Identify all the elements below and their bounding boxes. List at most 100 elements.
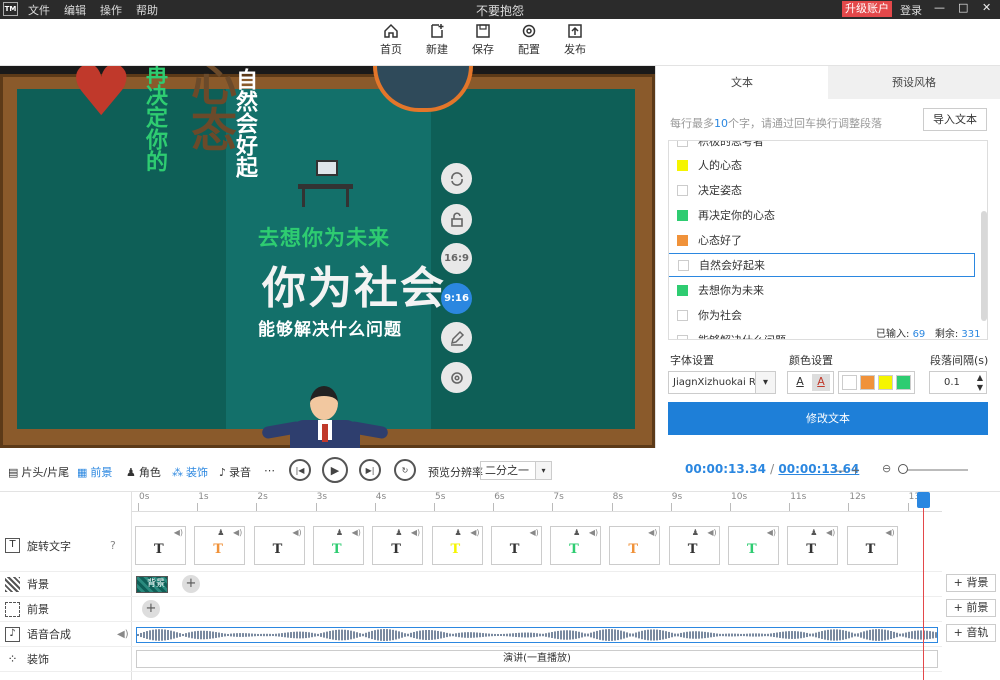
menu-file[interactable]: 文件 [28,2,50,18]
save-button[interactable]: 保存 [463,23,503,57]
playhead-handle[interactable] [917,492,930,508]
config-button[interactable]: 配置 [509,23,549,57]
add-foreground-side-button[interactable]: + 前景 [946,599,996,617]
menu-help[interactable]: 帮助 [136,2,158,18]
publish-button[interactable]: 发布 [555,23,595,57]
role-button[interactable]: ♟ 角色 [126,464,161,480]
text-clip[interactable]: T ◀) ♟ [431,526,483,565]
edit-button[interactable] [441,322,472,353]
track-label-text[interactable]: T 旋转文字? [0,520,132,572]
playhead[interactable] [923,492,924,680]
volume-icon[interactable]: ◀) [648,528,657,537]
color-swatch-orange[interactable] [860,375,875,390]
record-button[interactable]: ♪ 录音 [219,464,251,480]
home-button[interactable]: 首页 [371,23,411,57]
maximize-icon[interactable]: □ [958,1,968,14]
rotate-button[interactable] [441,163,472,194]
font-select[interactable]: JiagnXizhuokai R ▾ [668,371,776,394]
volume-icon[interactable]: ◀) [470,528,479,537]
next-button[interactable]: ▶| [359,459,381,481]
head-tail-button[interactable]: ▤ 片头/片尾 [8,464,69,480]
add-background-button[interactable]: + [182,575,200,593]
text-clip[interactable]: T ◀) [135,526,186,565]
ratio-9-16-button[interactable]: 9:16 [441,283,472,314]
new-button[interactable]: 新建 [417,23,457,57]
import-text-button[interactable]: 导入文本 [923,108,987,131]
tab-text[interactable]: 文本 [656,66,828,99]
ratio-16-9-button[interactable]: 16:9 [441,243,472,274]
text-line-list[interactable]: 积极的思考者 人的心态 决定姿态 再决定你的心态 心态好了 自然会好起来 去想你… [668,140,988,340]
volume-icon[interactable]: ◀) [352,528,361,537]
list-item[interactable]: 心态好了 [677,228,975,252]
volume-icon[interactable]: ◀) [707,528,716,537]
list-item[interactable]: 积极的思考者 [677,141,975,153]
modify-text-button[interactable]: 修改文本 [668,402,988,435]
time-ruler[interactable]: 0s1s2s3s4s5s6s7s8s9s10s11s12s13s [132,492,942,512]
settings-button[interactable] [441,362,472,393]
replay-button[interactable]: ↻ [394,459,416,481]
more-button[interactable]: ⋯ [264,464,275,477]
add-audio-track-button[interactable]: + 音轨 [946,624,996,642]
preview-canvas[interactable]: ♥ 再决定你的 心态 自然会好起 去想你为未来 你为社会 能够解决什么问题 16… [0,66,655,448]
zoom-slider[interactable] [900,469,968,471]
menu-edit[interactable]: 编辑 [64,2,86,18]
menu-operate[interactable]: 操作 [100,2,122,18]
text-stroke-icon[interactable]: A [812,374,830,391]
close-icon[interactable]: ✕ [982,1,991,14]
background-clip[interactable]: 背景 [136,576,168,593]
login-button[interactable]: 登录 [900,2,922,18]
volume-icon[interactable]: ◀) [411,528,420,537]
text-clip[interactable]: T ◀) [728,526,779,565]
text-clip[interactable]: T ◀) [490,526,542,565]
zoom-slider-handle[interactable] [898,464,908,474]
color-swatch-white[interactable] [842,375,857,390]
volume-icon[interactable]: ◀) [589,528,598,537]
foreground-button[interactable]: ▦ 前景 [77,464,112,480]
list-item-selected[interactable]: 自然会好起来 [669,253,975,277]
volume-icon[interactable]: ◀) [292,528,301,537]
upgrade-button[interactable]: 升级账户 [842,1,892,17]
text-clip[interactable]: T ◀) [846,526,898,565]
help-icon[interactable]: ? [110,539,116,552]
list-scrollbar[interactable] [981,211,987,321]
text-clip[interactable]: T ◀) ♟ [372,526,424,565]
add-foreground-button[interactable]: + [142,600,160,618]
text-clip[interactable]: T ◀) [253,526,305,565]
tab-preset-style[interactable]: 预设风格 [828,66,1000,99]
text-clip[interactable]: T ◀) [609,526,661,565]
list-item[interactable]: 你为社会 [677,303,975,327]
text-clip[interactable]: T ◀) ♟ [550,526,602,565]
volume-icon[interactable]: ◀) [885,528,894,537]
volume-icon[interactable]: ◀) [174,528,183,537]
list-item[interactable]: 人的心态 [677,153,975,177]
prev-button[interactable]: |◀ [289,459,311,481]
decoration-clip[interactable]: 演讲(一直播放) [136,650,938,668]
list-item[interactable]: 去想你为未来 [677,278,975,302]
minus-button[interactable]: — [835,464,846,477]
volume-icon[interactable]: ◀) [117,629,129,640]
plus-button[interactable]: + [851,464,860,477]
text-color-icon[interactable]: A [791,374,809,391]
lock-button[interactable] [441,204,472,235]
volume-icon[interactable]: ◀) [233,528,242,537]
minimize-icon[interactable]: — [934,1,945,14]
volume-icon[interactable]: ◀) [767,528,776,537]
decoration-button[interactable]: ⁂ 装饰 [172,464,208,480]
audio-waveform[interactable] [136,627,938,643]
text-clip[interactable]: T ◀) ♟ [668,526,720,565]
text-clip[interactable]: T ◀) ♟ [312,526,364,565]
play-button[interactable]: ▶ [322,457,348,483]
resolution-select[interactable]: 二分之一 ▾ [480,461,552,480]
spacing-stepper[interactable]: 0.1 ▲ ▼ [929,371,987,394]
text-clip[interactable]: T ◀) ♟ [194,526,246,565]
add-background-side-button[interactable]: + 背景 [946,574,996,592]
color-swatch-green[interactable] [896,375,911,390]
total-time[interactable]: 00:00:13.64 [778,462,859,476]
list-item[interactable]: 决定姿态 [677,178,975,202]
volume-icon[interactable]: ◀) [530,528,539,537]
stepper-arrows-icon[interactable]: ▲ ▼ [977,373,983,393]
text-clip[interactable]: T ◀) ♟ [787,526,839,565]
color-swatch-yellow[interactable] [878,375,893,390]
volume-icon[interactable]: ◀) [826,528,835,537]
list-item[interactable]: 再决定你的心态 [677,203,975,227]
